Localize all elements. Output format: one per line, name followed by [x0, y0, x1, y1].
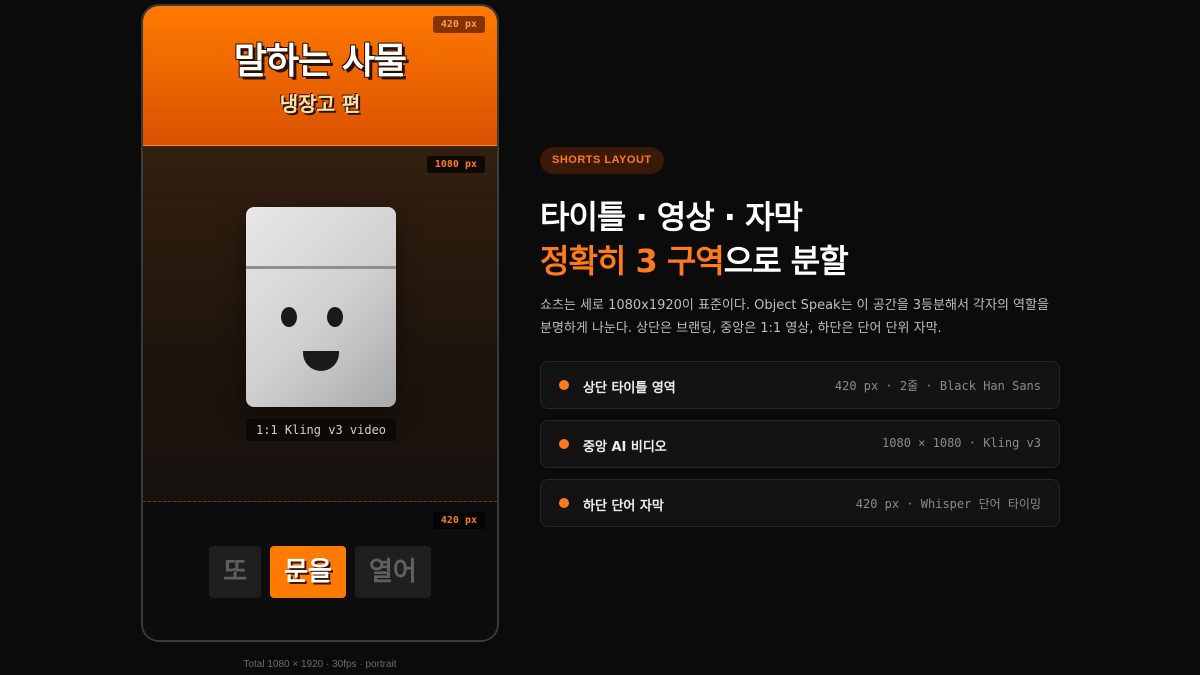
section-pill: SHORTS LAYOUT: [540, 147, 664, 174]
zone-row-video: 중앙 AI 비디오 1080 × 1080 · Kling v3: [540, 420, 1060, 468]
shorts-phone-mockup: 420 px 말하는 사물 냉장고 편 1080 px 1:1 Kling v3…: [141, 4, 499, 642]
zone-row-meta: 420 px · 2줄 · Black Han Sans: [834, 379, 1041, 393]
heading-highlight: 정확히 3 구역: [540, 242, 725, 280]
fridge-character-illustration: [246, 207, 396, 407]
subtitle-word: 열어: [354, 546, 431, 598]
subtitle-word-active: 문을: [270, 546, 346, 598]
bullet-dot-icon: [559, 498, 569, 508]
fridge-door-line: [246, 266, 396, 269]
zone-row-title: 상단 타이틀 영역 420 px · 2줄 · Black Han Sans: [540, 361, 1060, 409]
zone-row-label: 하단 단어 자막: [583, 499, 664, 514]
description: 쇼츠는 세로 1080x1920이 표준이다. Object Speak는 이 …: [540, 298, 1049, 336]
bullet-dot-icon: [559, 439, 569, 449]
video-caption: 1:1 Kling v3 video: [246, 419, 396, 441]
subtitle-word: 또: [209, 546, 262, 598]
subtitle-words: 또 문을 열어: [143, 546, 497, 598]
heading-line-1: 타이틀 · 영상 · 자막: [540, 198, 803, 236]
zone-row-label: 상단 타이틀 영역: [583, 381, 676, 396]
zone-row-meta: 420 px · Whisper 단어 타이밍: [855, 497, 1041, 511]
title-zone: 420 px 말하는 사물 냉장고 편: [143, 6, 497, 146]
total-spec-caption: Total 1080 × 1920 · 30fps · portrait: [243, 659, 397, 670]
fridge-left-eye: [281, 307, 297, 327]
zone-row-subtitles: 하단 단어 자막 420 px · Whisper 단어 타이밍: [540, 479, 1060, 527]
title-zone-size-badge: 420 px: [432, 16, 485, 33]
heading-rest: 으로 분할: [723, 242, 849, 280]
fridge-right-eye: [327, 307, 343, 327]
shorts-subtitle: 냉장고 편: [279, 92, 361, 116]
bullet-dot-icon: [559, 380, 569, 390]
subtitle-zone-size-badge: 420 px: [432, 512, 485, 529]
video-zone-size-badge: 1080 px: [426, 156, 485, 173]
video-zone: 1080 px 1:1 Kling v3 video: [143, 146, 497, 502]
zone-row-label: 중앙 AI 비디오: [583, 440, 667, 455]
fridge-mouth: [303, 351, 339, 371]
zone-row-meta: 1080 × 1080 · Kling v3: [882, 436, 1041, 450]
heading-line-2: 정확히 3 구역으로 분할: [540, 236, 849, 282]
shorts-title: 말하는 사물: [233, 41, 407, 82]
subtitle-zone: 420 px 또 문을 열어: [143, 502, 497, 640]
